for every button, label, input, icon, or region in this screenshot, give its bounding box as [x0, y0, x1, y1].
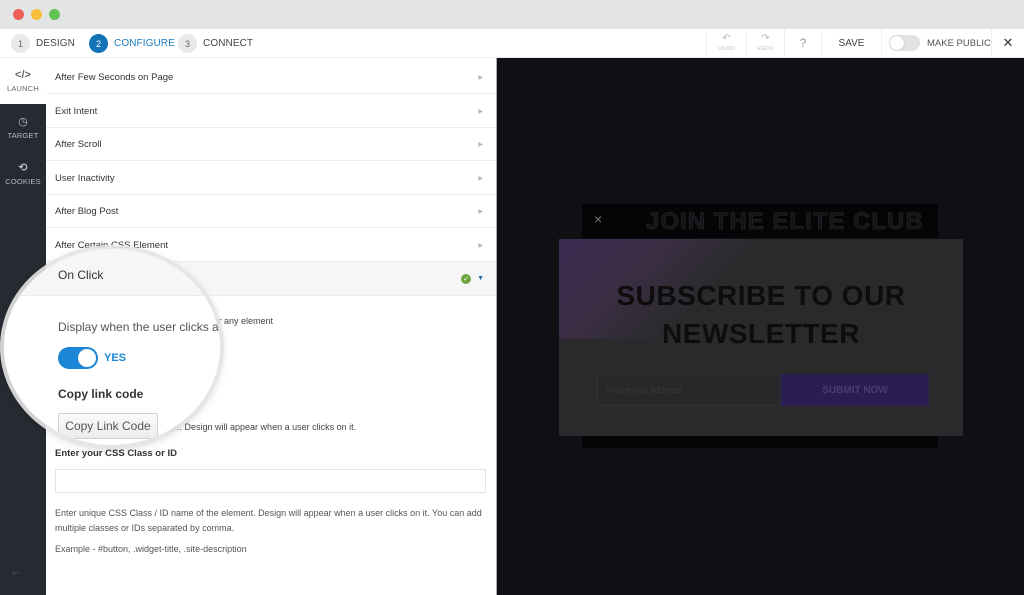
popup-headline: SUBSCRIBE TO OUR NEWSLETTER	[616, 280, 906, 349]
rail-item-label: TARGET	[7, 131, 39, 140]
submit-button[interactable]: SUBMIT NOW	[781, 374, 929, 406]
css-selector-example: Example - #button, .widget-title, .site-…	[55, 544, 247, 554]
trigger-label: After Few Seconds on Page	[55, 71, 174, 83]
window-maximize-button[interactable]	[49, 9, 60, 20]
back-arrow-icon[interactable]: ←	[10, 563, 23, 578]
redo-button[interactable]: ↷ REDO	[746, 29, 784, 57]
make-public-control: MAKE PUBLIC	[881, 29, 991, 57]
redo-label: REDO	[757, 46, 774, 52]
close-editor-button[interactable]: ✕	[991, 29, 1024, 57]
banner-title: JOIN THE ELITE CLUB	[646, 208, 924, 236]
chevron-right-icon: ▶	[478, 242, 483, 249]
chevron-right-icon: ▶	[478, 108, 483, 115]
newsletter-popup: SUBSCRIBE TO OUR NEWSLETTER Your email a…	[559, 239, 963, 436]
undo-icon: ↶	[722, 33, 731, 44]
email-input[interactable]: Your email address	[597, 374, 781, 406]
step-number: 3	[178, 34, 197, 53]
copy-code-description-tail: r page. Design will appear when a user c…	[154, 422, 357, 432]
caret-down-icon: ▼	[477, 275, 484, 282]
toggle-knob	[78, 349, 96, 367]
preview-banner: × JOIN THE ELITE CLUB	[582, 204, 938, 238]
make-public-toggle[interactable]	[889, 35, 920, 51]
preview-footer-bar	[582, 436, 938, 448]
window-close-button[interactable]	[13, 9, 24, 20]
rail-item-launch[interactable]: </> LAUNCH	[0, 58, 46, 104]
step-label: DESIGN	[36, 38, 75, 49]
trigger-label: After Scroll	[55, 138, 102, 150]
rail-item-label: LAUNCH	[6, 84, 40, 93]
step-number: 1	[11, 34, 30, 53]
help-button[interactable]: ?	[784, 29, 821, 57]
step-label: CONFIGURE	[114, 38, 175, 49]
trigger-after-blog-post[interactable]: After Blog Post ▶	[46, 195, 496, 228]
trigger-label: User Inactivity	[55, 172, 115, 184]
copy-link-code-title: Copy link code	[58, 387, 144, 401]
save-button[interactable]: SAVE	[821, 29, 881, 57]
magnified-header	[4, 249, 220, 296]
code-icon: </>	[15, 69, 31, 81]
rail-item-cookies[interactable]: ⟲ COOKIES	[0, 151, 46, 197]
top-toolbar: 1 DESIGN 2 CONFIGURE 3 CONNECT ↶ UNDO ↷ …	[0, 29, 1024, 58]
trigger-user-inactivity[interactable]: User Inactivity ▶	[46, 162, 496, 195]
step-connect[interactable]: 3 CONNECT	[178, 34, 253, 53]
display-when-clicks-label: Display when the user clicks a	[58, 320, 219, 334]
toggle-knob	[890, 36, 904, 50]
make-public-label: MAKE PUBLIC	[927, 37, 991, 49]
step-configure[interactable]: 2 CONFIGURE	[89, 34, 175, 53]
chevron-right-icon: ▶	[478, 175, 483, 182]
chevron-right-icon: ▶	[478, 74, 483, 81]
css-selector-input[interactable]	[55, 469, 486, 493]
chevron-right-icon: ▶	[478, 208, 483, 215]
chevron-right-icon: ▶	[478, 141, 483, 148]
undo-button[interactable]: ↶ UNDO	[706, 29, 746, 57]
on-click-toggle[interactable]	[58, 347, 98, 369]
design-preview: × JOIN THE ELITE CLUB SUBSCRIBE TO OUR N…	[497, 58, 1024, 595]
css-selector-label: Enter your CSS Class or ID	[55, 448, 177, 459]
trigger-label: Exit Intent	[55, 105, 98, 117]
redo-icon: ↷	[761, 33, 770, 44]
trigger-after-scroll[interactable]: After Scroll ▶	[46, 128, 496, 161]
magnifier-callout: On Click Display when the user clicks a …	[4, 249, 220, 445]
rail-item-target[interactable]: ◷ TARGET	[0, 105, 46, 151]
css-selector-help-text: Enter unique CSS Class / ID name of the …	[55, 508, 482, 533]
step-number: 2	[89, 34, 108, 53]
trigger-exit-intent[interactable]: Exit Intent ▶	[46, 95, 496, 128]
trigger-label: After Blog Post	[55, 205, 119, 217]
step-label: CONNECT	[203, 38, 254, 49]
magnified-on-click-label: On Click	[58, 268, 104, 282]
window-titlebar	[0, 0, 1024, 29]
rail-item-label: COOKIES	[5, 177, 41, 186]
popup-close-icon[interactable]: ×	[594, 211, 602, 227]
toggle-state-label: YES	[104, 352, 127, 364]
step-design[interactable]: 1 DESIGN	[11, 34, 75, 53]
refresh-icon: ⟲	[18, 162, 28, 174]
trigger-after-few-seconds[interactable]: After Few Seconds on Page ▶	[46, 61, 496, 94]
undo-label: UNDO	[718, 46, 735, 52]
check-circle-icon: ✓	[461, 274, 471, 284]
clock-icon: ◷	[18, 116, 28, 128]
window-minimize-button[interactable]	[31, 9, 42, 20]
copy-link-code-button[interactable]: Copy Link Code	[58, 413, 158, 439]
save-label: SAVE	[838, 37, 865, 49]
close-icon: ✕	[1002, 35, 1014, 50]
help-icon: ?	[799, 36, 807, 50]
